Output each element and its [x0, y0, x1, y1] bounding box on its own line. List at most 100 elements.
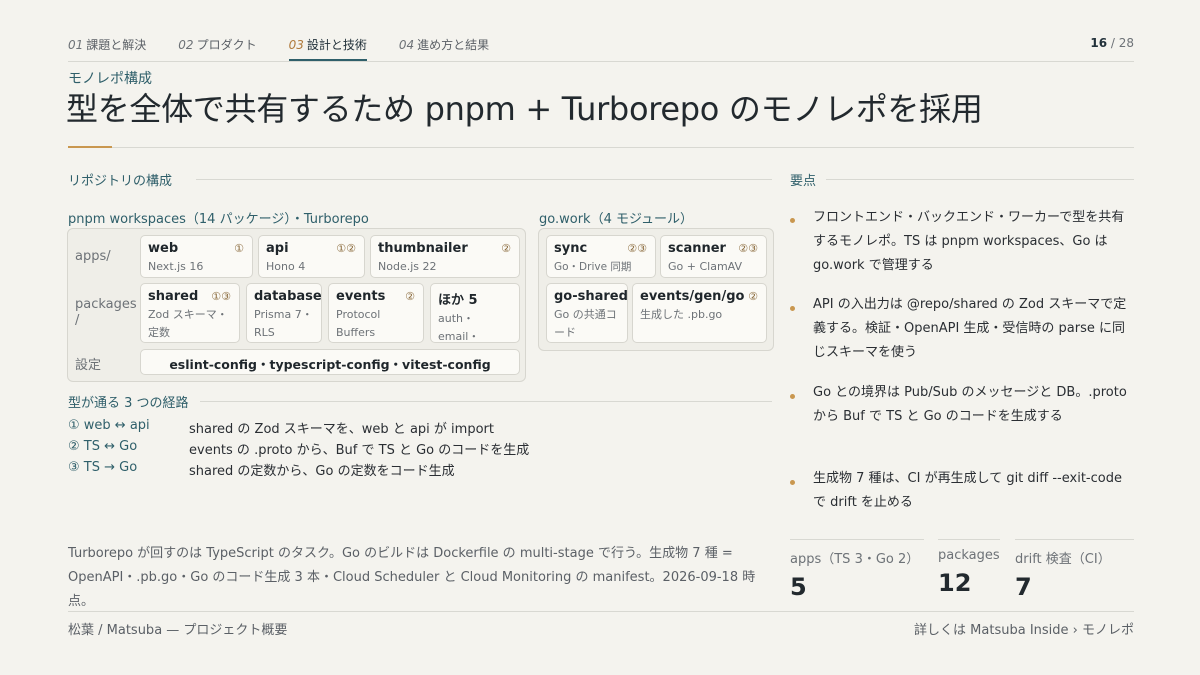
stat-drift: drift 検査（CI） 7: [1015, 548, 1111, 601]
point-item: フロントエンド・バックエンド・ワーカーで型を共有するモノレポ。TS は pnpm…: [813, 210, 1125, 273]
nav-divider: [68, 61, 1134, 62]
row-label-packages: packages /: [75, 297, 137, 328]
tab-label: 設計と技術: [306, 38, 367, 52]
footnote: Turborepo が回すのは TypeScript のタスク。Go のビルドは…: [68, 546, 756, 609]
tab-04[interactable]: 04 進め方と結果: [399, 36, 489, 53]
module-desc: Go の共通コード: [554, 308, 617, 339]
package-card: database Prisma 7・RLS: [246, 283, 322, 343]
package-desc: auth・email・media など: [438, 312, 480, 343]
stat-value: 5: [790, 573, 807, 601]
package-card: ほか 5 auth・email・media など: [430, 283, 520, 343]
stat-apps: apps（TS 3・Go 2） 5: [790, 548, 919, 601]
row-label-settings: 設定: [75, 358, 102, 373]
package-name: ほか 5: [438, 293, 478, 308]
package-card: api ①② Hono 4: [258, 235, 365, 278]
path-key: ③ TS → Go: [68, 460, 138, 475]
tab-01[interactable]: 01 課題と解決: [68, 36, 146, 53]
module-card: go-shared Go の共通コード: [546, 283, 628, 343]
path-desc: shared の Zod スキーマを、web と api が import: [189, 422, 494, 437]
tab-number: 03: [288, 38, 304, 52]
stat-label: packages: [938, 548, 1000, 563]
footer-left: 松葉 / Matsuba — プロジェクト概要: [68, 623, 288, 638]
path-desc: shared の定数から、Go の定数をコード生成: [189, 464, 455, 479]
gowork-panel: sync ②③ Go・Drive 同期 scanner ②③ Go + Clam…: [538, 228, 774, 351]
title-accent-bar: [68, 146, 112, 148]
paths-rule: [200, 401, 772, 402]
path-mark: ②: [501, 242, 511, 255]
module-name: events/gen/go: [640, 289, 745, 304]
package-card: thumbnailer ② Node.js 22: [370, 235, 520, 278]
tab-02[interactable]: 02 プロダクト: [178, 36, 256, 53]
module-card: scanner ②③ Go + ClamAV: [660, 235, 767, 278]
package-card: events ② Protocol Buffers: [328, 283, 424, 343]
tab-label: プロダクト: [196, 38, 257, 52]
point-item: 生成物 7 種は、CI が再生成して git diff --exit-code …: [813, 471, 1122, 510]
path-mark: ①③: [211, 290, 231, 303]
package-desc: Zod スキーマ・定数: [148, 308, 228, 339]
package-desc: Node.js 22: [378, 260, 437, 273]
path-mark: ②③: [627, 242, 647, 255]
settings-packages: eslint-config・typescript-config・vitest-c…: [169, 357, 491, 372]
point-item: Go との境界は Pub/Sub のメッセージと DB。.proto から Bu…: [813, 385, 1127, 424]
module-desc: 生成した .pb.go: [640, 308, 723, 321]
module-desc: Go・Drive 同期: [554, 261, 632, 273]
stat-rule: [790, 539, 924, 540]
title-divider: [112, 147, 1134, 148]
point-item: API の入出力は @repo/shared の Zod スキーマで定義する。検…: [813, 297, 1127, 360]
stat-value: 12: [938, 569, 972, 597]
points-label: 要点: [790, 174, 817, 189]
stat-label: apps（TS 3・Go 2）: [790, 552, 920, 567]
path-mark: ①②: [336, 242, 356, 255]
package-name: web: [148, 241, 179, 256]
package-desc: Hono 4: [266, 260, 306, 273]
footer-link[interactable]: 詳しくは Matsuba Inside › モノレポ: [914, 619, 1134, 638]
page-current: 16: [1090, 36, 1108, 50]
tab-label: 課題と解決: [86, 38, 147, 52]
points-rule: [826, 179, 1134, 180]
footer-divider: [68, 611, 1134, 612]
bullet-dot: [790, 306, 795, 311]
path-mark: ①: [234, 242, 244, 255]
tab-number: 01: [68, 38, 84, 52]
paths-label: 型が通る 3 つの経路: [68, 396, 189, 411]
path-desc: events の .proto から、Buf で TS と Go のコードを生成: [189, 443, 530, 458]
tab-number: 04: [398, 38, 415, 52]
page-counter: 16 / 28: [1090, 36, 1134, 50]
stat-rule: [938, 539, 1000, 540]
row-label-apps: apps/: [75, 249, 111, 264]
pnpm-panel: apps/ packages / 設定 web ① Next.js 16 api…: [67, 228, 526, 382]
bullet-dot: [790, 218, 795, 223]
package-name: events: [336, 289, 386, 304]
package-desc: Protocol Buffers: [336, 308, 381, 339]
stat-value: 7: [1015, 573, 1032, 601]
stat-rule: [1015, 539, 1134, 540]
module-card: sync ②③ Go・Drive 同期: [546, 235, 656, 278]
settings-card: eslint-config・typescript-config・vitest-c…: [140, 349, 520, 375]
path-row: ② TS ↔ Go: [68, 439, 137, 454]
tab-number: 02: [178, 38, 194, 52]
repo-section-label: リポジトリの構成: [68, 174, 173, 189]
bullet-dot: [790, 394, 795, 399]
page-title: 型を全体で共有するため pnpm + Turborepo のモノレポを採用: [66, 90, 983, 128]
tab-label: 進め方と結果: [417, 38, 490, 52]
package-card: shared ①③ Zod スキーマ・定数: [140, 283, 240, 343]
package-desc: Next.js 16: [148, 260, 204, 273]
path-mark: ②③: [738, 242, 758, 255]
package-card: web ① Next.js 16: [140, 235, 253, 278]
path-row: ③ TS → Go: [68, 460, 137, 475]
gowork-label: go.work（4 モジュール）: [539, 212, 694, 227]
package-desc: Prisma 7・RLS: [254, 308, 313, 339]
path-key: ① web ↔ api: [68, 418, 150, 433]
path-row: ① web ↔ api: [68, 418, 150, 433]
module-desc: Go + ClamAV: [668, 260, 743, 273]
path-mark: ②: [748, 290, 758, 303]
module-name: go-shared: [554, 289, 628, 304]
path-mark: ②: [405, 290, 415, 303]
module-card: events/gen/go ② 生成した .pb.go: [632, 283, 767, 343]
package-name: database: [254, 289, 322, 304]
section-tabs: 01 課題と解決 02 プロダクト 03 設計と技術 04 進め方と結果: [68, 36, 521, 61]
stat-label: drift 検査（CI）: [1015, 552, 1111, 567]
pnpm-label: pnpm workspaces（14 パッケージ）・Turborepo: [68, 212, 369, 227]
page-total: 28: [1118, 36, 1134, 50]
tab-03[interactable]: 03 設計と技術: [288, 36, 368, 61]
